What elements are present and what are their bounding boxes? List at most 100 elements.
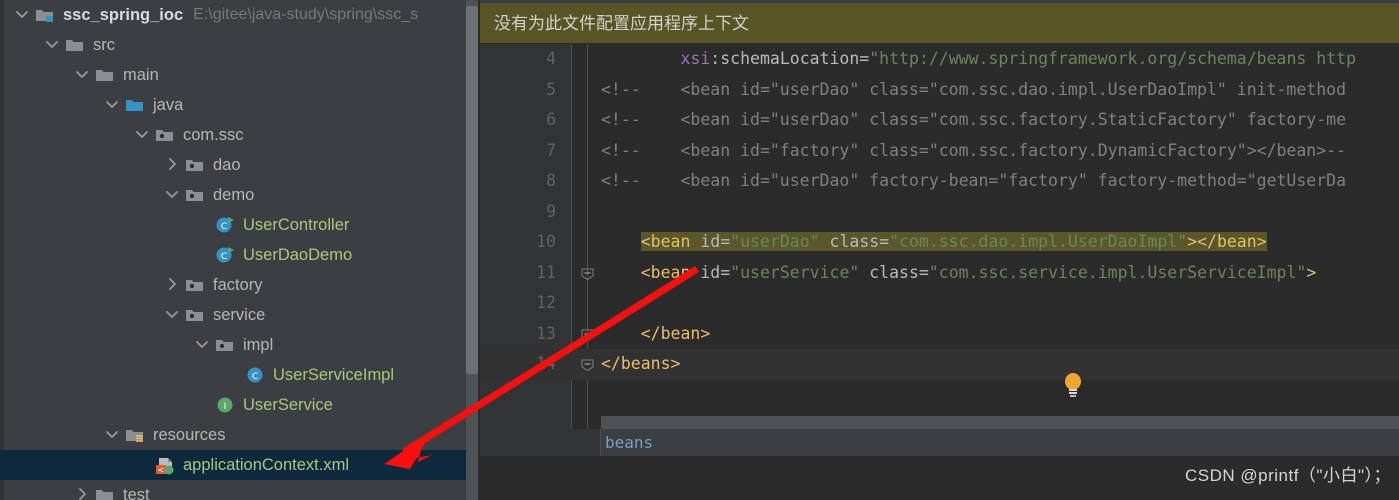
tree-item-label: resources [153,425,226,444]
code-line[interactable]: 11 <bean id="userService" class="com.ssc… [480,258,1399,289]
code-token: :schemaLocation= [710,49,870,68]
tree-item-path: E:\gitee\java-study\spring\ssc_s [193,6,419,23]
package-icon [184,276,206,294]
tree-item-label: applicationContext.xml [183,455,349,474]
chevron-down-icon[interactable] [104,426,122,444]
code-line[interactable]: 13 </bean> [480,319,1399,350]
chevron-right-icon[interactable] [164,276,182,294]
line-number: 12 [536,293,556,312]
no-chevron [224,366,242,384]
chevron-down-icon[interactable] [14,6,32,24]
tree-item-demo[interactable]: demo [0,180,480,210]
spring-xml-icon: < [154,456,176,474]
code-line-text: xsi:schemaLocation="http://www.springfra… [601,44,1356,75]
code-line[interactable]: 14 </beans> [480,349,1399,380]
code-editor-area[interactable]: 4 xsi:schemaLocation="http://www.springf… [480,44,1399,456]
class-runnable-icon: C [214,246,236,264]
project-tool-window: ssc_spring_ioc E:\gitee\java-study\spring… [0,0,480,500]
class-icon: C [244,366,266,384]
breadcrumb-item-beans[interactable]: beans [601,433,653,452]
tree-item-java[interactable]: java [0,90,480,120]
code-token: </beans> [601,354,681,373]
code-token: <bean [640,262,701,282]
chevron-down-icon[interactable] [164,306,182,324]
folder-icon [94,486,116,500]
svg-text:<: < [158,465,165,474]
tree-item-label: java [153,95,184,114]
code-line[interactable]: 10 <bean id="userDao" class="com.ssc.dao… [480,227,1399,258]
line-number: 9 [546,201,556,221]
package-icon [154,126,176,144]
tree-item-com-ssc[interactable]: com.ssc [0,120,480,150]
chevron-down-icon[interactable] [104,96,122,114]
code-fold-collapse-icon[interactable] [581,267,594,280]
tree-item-label: UserDaoDemo [243,245,353,264]
svg-text:I: I [224,402,227,412]
code-token: > [1306,262,1317,282]
chevron-right-icon[interactable] [74,486,92,500]
interface-icon: I [214,396,236,414]
intention-bulb-icon[interactable] [1062,372,1084,397]
editor-horizontal-scrollbar-thumb[interactable] [601,416,1399,429]
tree-item-test[interactable]: test [0,480,480,500]
code-line[interactable]: 12 [480,288,1399,319]
tree-item-label: UserController [243,215,350,234]
line-number: 14 [536,354,556,373]
folder-icon [64,36,86,54]
tree-item-userservice[interactable]: I UserService [0,390,480,420]
tree-item-userdaodemo[interactable]: C UserDaoDemo [0,240,480,270]
tree-item-userserviceimpl[interactable]: C UserServiceImpl [0,360,480,390]
code-token: id= [700,262,731,282]
tree-item-service[interactable]: service [0,300,480,330]
code-line[interactable]: 9 [480,197,1399,228]
chevron-down-icon[interactable] [134,126,152,144]
chevron-down-icon[interactable] [44,36,62,54]
chevron-down-icon[interactable] [164,186,182,204]
line-number: 11 [536,262,556,282]
tree-item-label: factory [213,275,263,294]
code-line[interactable]: 7 <!-- <bean id="factory" class="com.ssc.… [480,136,1399,167]
line-number: 6 [546,110,556,129]
line-number: 7 [546,140,556,160]
tree-item-label: UserService [243,395,333,414]
chevron-right-icon[interactable] [164,156,182,174]
class-runnable-icon: C [214,216,236,234]
application-context-not-configured-banner[interactable]: 没有为此文件配置应用程序上下文 [480,0,1399,44]
code-fold-collapse-icon[interactable] [581,328,594,341]
chevron-down-icon[interactable] [194,336,212,354]
chevron-down-icon[interactable] [74,66,92,84]
code-line[interactable]: 6 <!-- <bean id="userDao" class="com.ssc.… [480,105,1399,136]
tree-item-main[interactable]: main [0,60,480,90]
package-icon [184,156,206,174]
tree-item-applicationcontext-xml[interactable]: < applicationContext.xml [0,450,480,480]
editor-panel: 没有为此文件配置应用程序上下文 4 xsi:schemaLocation="ht… [480,0,1399,500]
package-icon [214,336,236,354]
code-line-text: </beans> [601,349,680,380]
code-line[interactable]: 4 xsi:schemaLocation="http://www.springf… [480,44,1399,75]
source-root-icon [124,96,146,114]
code-token: class= [829,232,890,251]
tree-item-impl[interactable]: impl [0,330,480,360]
svg-text:C: C [221,222,227,232]
code-fold-collapse-icon[interactable] [581,358,594,372]
tree-item-src[interactable]: src [0,30,480,60]
tree-item-resources[interactable]: resources [0,420,480,450]
tree-item-usercontroller[interactable]: C UserController [0,210,480,240]
folder-icon [94,66,116,84]
code-line[interactable]: 8 <!-- <bean id="userDao" factory-bean="f… [480,166,1399,197]
tree-item-factory[interactable]: factory [0,270,480,300]
code-line-text: </bean> [601,319,711,350]
code-token: <bean [640,232,701,251]
code-line-text: <bean id="userDao" class="com.ssc.dao.im… [601,227,1267,258]
code-token: <!-- <bean id="userDao" class="com.ssc.f… [601,110,1347,129]
code-token: </bean> [640,323,711,343]
tree-item-ssc-spring-ioc[interactable]: ssc_spring_ioc E:\gitee\java-study\spring… [0,0,480,30]
resource-root-icon [124,426,146,444]
project-tree-scrollbar-thumb[interactable] [466,6,478,374]
no-chevron [194,396,212,414]
tree-item-dao[interactable]: dao [0,150,480,180]
svg-text:C: C [221,252,227,262]
code-line[interactable]: 5 <!-- <bean id="userDao" class="com.ssc.… [480,75,1399,106]
